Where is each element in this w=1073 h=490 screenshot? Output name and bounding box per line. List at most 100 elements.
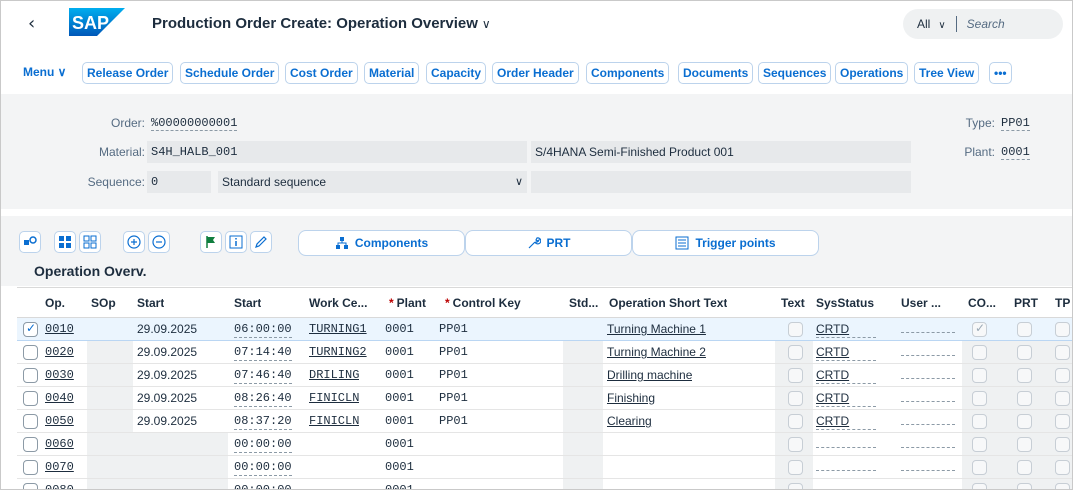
release-order-button[interactable]: Release Order	[82, 62, 174, 84]
start-time[interactable]: 00:00:00	[234, 456, 292, 478]
col-prt[interactable]: PRT	[1014, 288, 1038, 318]
search-field[interactable]: All ∨ Search	[903, 9, 1063, 39]
operation-short-text[interactable]: Drilling machine	[607, 364, 692, 386]
row-select-checkbox[interactable]	[23, 460, 38, 475]
components-grid-button[interactable]: Components	[298, 230, 465, 256]
col-work-center[interactable]: Work Ce...	[309, 288, 379, 318]
operation-number[interactable]: 0010	[45, 318, 74, 340]
col-tp[interactable]: TP	[1055, 288, 1070, 318]
edit-button[interactable]	[250, 231, 272, 253]
table-row[interactable]: 0080 00:00:00 0001	[17, 479, 1072, 489]
order-field[interactable]: %00000000001	[147, 112, 269, 134]
row-select-checkbox[interactable]	[23, 321, 38, 337]
plant[interactable]: 0001	[385, 364, 414, 386]
start-time[interactable]: 08:37:20	[234, 410, 292, 432]
material-field[interactable]: S4H_HALB_001	[147, 141, 527, 163]
layout-icon-button[interactable]	[19, 231, 41, 253]
details-button[interactable]	[225, 231, 247, 253]
plant-field[interactable]: 0001	[997, 141, 1053, 163]
col-co[interactable]: CO...	[968, 288, 996, 318]
operation-short-text[interactable]: Turning Machine 2	[607, 341, 706, 363]
table-row[interactable]: 0010 29.09.2025 06:00:00 TURNING1 0001 PP01 Tu…	[17, 318, 1072, 341]
col-start-time[interactable]: Start	[234, 288, 261, 318]
plant[interactable]: 0001	[385, 318, 414, 340]
delete-row-button[interactable]	[148, 231, 170, 253]
work-center[interactable]: DRILING	[309, 364, 359, 386]
operation-number[interactable]: 0040	[45, 387, 74, 409]
user-status[interactable]	[901, 456, 957, 478]
start-time[interactable]: 06:00:00	[234, 318, 292, 340]
col-plant[interactable]: * Plant	[389, 288, 426, 318]
plant[interactable]: 0001	[385, 479, 414, 489]
row-select-checkbox[interactable]	[23, 437, 38, 452]
search-input[interactable]: Search	[967, 17, 1005, 31]
control-key[interactable]: PP01	[439, 410, 468, 432]
flag-button[interactable]	[200, 231, 222, 253]
col-start-date[interactable]: Start	[137, 288, 164, 318]
table-row[interactable]: 0050 29.09.2025 08:37:20 FINICLN 0001 PP01 Cle…	[17, 410, 1072, 433]
operation-number[interactable]: 0080	[45, 479, 74, 489]
operation-number[interactable]: 0030	[45, 364, 74, 386]
search-scope-select[interactable]: All ∨	[917, 17, 946, 31]
table-row[interactable]: 0030 29.09.2025 07:46:40 DRILING 0001 PP01 Dri…	[17, 364, 1072, 387]
trigger-points-button[interactable]: Trigger points	[632, 230, 819, 256]
row-select-checkbox[interactable]	[23, 345, 38, 360]
user-status[interactable]	[901, 364, 957, 386]
row-select-checkbox[interactable]	[23, 483, 38, 489]
components-button[interactable]: Components	[586, 62, 670, 84]
operation-short-text[interactable]: Clearing	[607, 410, 652, 432]
operation-short-text[interactable]: Finishing	[607, 387, 655, 409]
operations-button[interactable]: Operations	[835, 62, 909, 84]
order-header-button[interactable]: Order Header	[492, 62, 579, 84]
user-status[interactable]	[901, 433, 957, 455]
schedule-order-button[interactable]: Schedule Order	[180, 62, 280, 84]
system-status[interactable]: CRTD	[816, 410, 888, 432]
control-key[interactable]: PP01	[439, 341, 468, 363]
start-time[interactable]: 07:46:40	[234, 364, 292, 386]
page-title[interactable]: Production Order Create: Operation Overv…	[152, 15, 491, 32]
tree-view-button[interactable]: Tree View	[914, 62, 980, 84]
control-key[interactable]: PP01	[439, 387, 468, 409]
select-all-button[interactable]	[54, 231, 76, 253]
col-short-text[interactable]: Operation Short Text	[609, 288, 727, 318]
add-row-button[interactable]	[123, 231, 145, 253]
col-std[interactable]: Std...	[569, 288, 598, 318]
user-status[interactable]	[901, 479, 957, 489]
material-button[interactable]: Material	[364, 62, 420, 84]
col-user-status[interactable]: User ...	[901, 288, 941, 318]
operation-number[interactable]: 0020	[45, 341, 74, 363]
sequence-field[interactable]: 0	[147, 171, 211, 193]
control-key[interactable]: PP01	[439, 364, 468, 386]
plant[interactable]: 0001	[385, 433, 414, 455]
table-row[interactable]: 0070 00:00:00 0001	[17, 456, 1072, 479]
work-center[interactable]: TURNING2	[309, 341, 367, 363]
row-select-checkbox[interactable]	[23, 391, 38, 406]
table-row[interactable]: 0060 00:00:00 0001	[17, 433, 1072, 456]
system-status[interactable]: CRTD	[816, 341, 888, 363]
operation-short-text[interactable]: Turning Machine 1	[607, 318, 706, 340]
col-control-key[interactable]: * Control Key	[445, 288, 521, 318]
work-center[interactable]: TURNING1	[309, 318, 367, 340]
user-status[interactable]	[901, 341, 957, 363]
plant[interactable]: 0001	[385, 341, 414, 363]
system-status[interactable]: CRTD	[816, 364, 888, 386]
row-select-checkbox[interactable]	[23, 368, 38, 383]
operation-number[interactable]: 0060	[45, 433, 74, 455]
user-status[interactable]	[901, 318, 957, 340]
menu-button[interactable]: Menu ∨	[19, 62, 71, 84]
system-status[interactable]	[816, 479, 888, 489]
col-op[interactable]: Op.	[45, 288, 65, 318]
system-status[interactable]: CRTD	[816, 387, 888, 409]
start-time[interactable]: 00:00:00	[234, 433, 292, 455]
operation-number[interactable]: 0070	[45, 456, 74, 478]
table-row[interactable]: 0020 29.09.2025 07:14:40 TURNING2 0001 PP01 Tu…	[17, 341, 1072, 364]
sequences-button[interactable]: Sequences	[758, 62, 832, 84]
operation-number[interactable]: 0050	[45, 410, 74, 432]
back-button[interactable]: ‹	[28, 13, 35, 34]
plant[interactable]: 0001	[385, 456, 414, 478]
deselect-all-button[interactable]	[79, 231, 101, 253]
row-select-checkbox[interactable]	[23, 414, 38, 429]
system-status[interactable]	[816, 433, 888, 455]
more-actions-button[interactable]: •••	[989, 62, 1012, 84]
col-text[interactable]: Text	[781, 288, 805, 318]
